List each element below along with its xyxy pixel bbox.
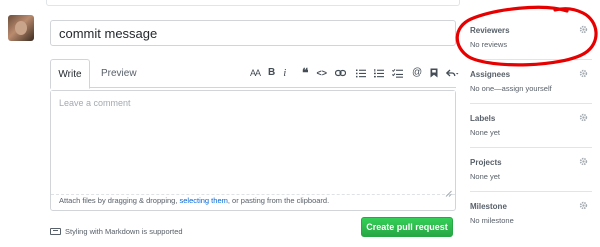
text-format-tools: AA B i bbox=[250, 65, 294, 81]
tab-write[interactable]: Write bbox=[50, 59, 90, 89]
reply-arrow-icon[interactable] bbox=[446, 69, 459, 78]
gear-icon[interactable] bbox=[579, 201, 588, 210]
milestone-heading[interactable]: Milestone bbox=[470, 202, 507, 211]
attach-files-hint: Attach files by dragging & dropping, sel… bbox=[59, 196, 329, 206]
create-pull-request-button[interactable]: Create pull request bbox=[361, 217, 453, 237]
avatar[interactable] bbox=[8, 15, 34, 41]
markdown-hint-label: Styling with Markdown is supported bbox=[65, 227, 183, 236]
assignees-heading[interactable]: Assignees bbox=[470, 70, 510, 79]
italic-button[interactable]: i bbox=[283, 65, 286, 81]
code-button[interactable]: <> bbox=[316, 65, 327, 81]
reviewers-value: No reviews bbox=[470, 40, 508, 49]
gear-icon[interactable] bbox=[579, 157, 588, 166]
ordered-list-icon[interactable] bbox=[374, 68, 384, 78]
sidebar-divider bbox=[470, 191, 592, 192]
list-tools bbox=[356, 65, 411, 81]
sidebar-divider bbox=[470, 59, 592, 60]
unordered-list-icon[interactable] bbox=[356, 69, 366, 78]
resize-handle-icon[interactable] bbox=[445, 184, 452, 197]
task-list-icon[interactable] bbox=[392, 68, 403, 78]
attach-text-after: , or pasting from the clipboard. bbox=[227, 196, 330, 205]
markdown-hint[interactable]: Styling with Markdown is supported bbox=[50, 227, 183, 236]
tab-preview[interactable]: Preview bbox=[92, 59, 146, 89]
comment-editor: Attach files by dragging & dropping, sel… bbox=[50, 90, 456, 211]
insert-tools: ❝ <> bbox=[302, 65, 354, 81]
labels-value: None yet bbox=[470, 128, 501, 137]
gear-icon[interactable] bbox=[579, 25, 588, 34]
labels-heading[interactable]: Labels bbox=[470, 114, 495, 123]
sidebar: Reviewers No reviews Assignees No one—as… bbox=[470, 14, 592, 247]
editor-tabs: Write Preview AA B i ❝ <> @ bbox=[50, 59, 459, 89]
previous-block-edge bbox=[46, 0, 460, 6]
pull-request-composer: Write Preview AA B i ❝ <> @ bbox=[46, 14, 460, 244]
title-input[interactable] bbox=[50, 20, 456, 46]
attach-text-before: Attach files by dragging & dropping, bbox=[59, 196, 180, 205]
mention-button[interactable]: @ bbox=[412, 65, 422, 81]
sidebar-divider bbox=[470, 147, 592, 148]
sidebar-divider bbox=[470, 103, 592, 104]
markdown-icon bbox=[50, 228, 61, 235]
reviewers-heading[interactable]: Reviewers bbox=[470, 26, 510, 35]
gear-icon[interactable] bbox=[579, 69, 588, 78]
link-icon[interactable] bbox=[334, 69, 346, 77]
projects-heading[interactable]: Projects bbox=[470, 158, 502, 167]
comment-textarea[interactable] bbox=[51, 91, 455, 195]
header-text-button[interactable]: AA bbox=[250, 65, 261, 81]
bookmark-icon[interactable] bbox=[430, 68, 438, 78]
assignees-value[interactable]: No one—assign yourself bbox=[470, 84, 552, 93]
bold-button[interactable]: B bbox=[268, 65, 275, 81]
projects-value: None yet bbox=[470, 172, 501, 181]
milestone-value: No milestone bbox=[470, 216, 514, 225]
gear-icon[interactable] bbox=[579, 113, 588, 122]
quote-button[interactable]: ❝ bbox=[302, 65, 308, 81]
select-files-link[interactable]: selecting them bbox=[180, 196, 228, 205]
extra-tools: @ bbox=[412, 65, 467, 81]
